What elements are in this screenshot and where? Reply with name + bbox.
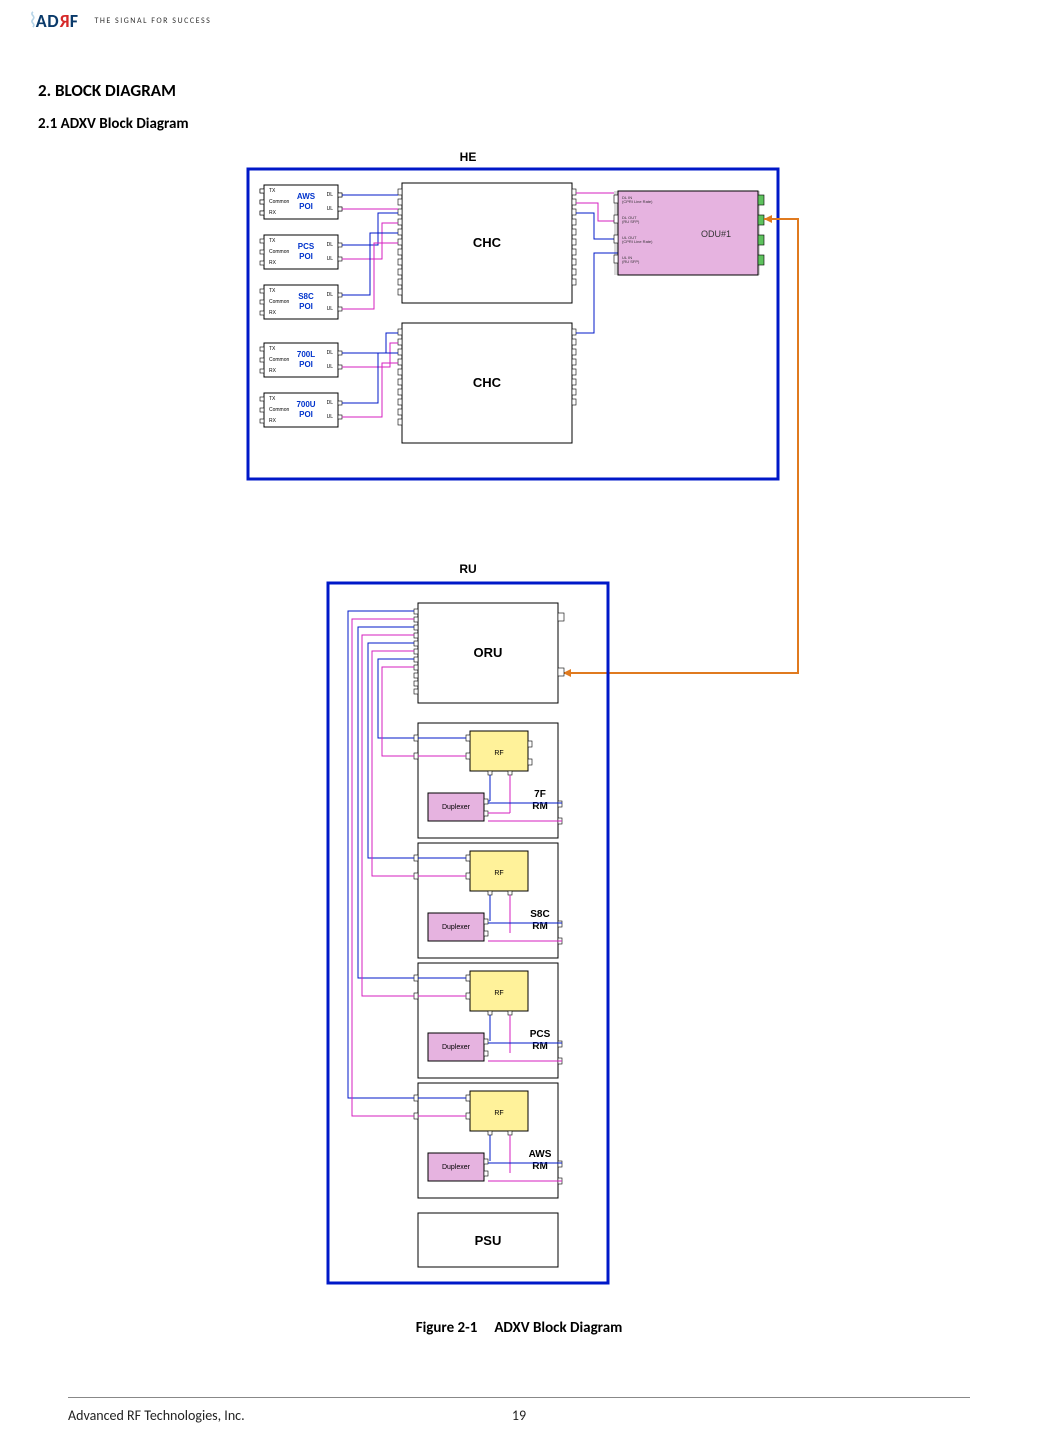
svg-text:Duplexer: Duplexer [442, 1164, 471, 1171]
svg-text:POI: POI [299, 252, 313, 261]
svg-text:(RU SFP): (RU SFP) [622, 219, 640, 224]
svg-text:RF: RF [494, 990, 503, 997]
svg-text:Duplexer: Duplexer [442, 1044, 471, 1051]
svg-text:RX: RX [269, 418, 277, 424]
tagline: THE SIGNAL FOR SUCCESS [94, 16, 211, 26]
section-heading: 2. BLOCK DIAGRAM [38, 80, 1000, 101]
svg-text:DL: DL [327, 350, 334, 356]
svg-text:DL: DL [327, 400, 334, 406]
svg-text:UL: UL [327, 256, 334, 262]
svg-text:Duplexer: Duplexer [442, 924, 471, 931]
logo-f: F [70, 10, 79, 32]
rm-aws: RF Duplexer AWS RM [414, 1083, 562, 1198]
chc-label-1: CHC [473, 235, 502, 250]
psu-label: PSU [475, 1233, 502, 1248]
fiber-link [563, 219, 798, 673]
svg-text:RX: RX [269, 310, 277, 316]
logo-a: A [36, 10, 47, 32]
poi-s8c: TX Common RX DL UL S8C POI [260, 285, 342, 319]
svg-text:RF: RF [494, 1110, 503, 1117]
svg-text:POI: POI [299, 302, 313, 311]
svg-text:S8C: S8C [298, 292, 314, 301]
svg-text:TX: TX [269, 238, 276, 244]
svg-text:PCS: PCS [530, 1029, 551, 1040]
block-diagram: HE TX Common RX DL UL A [38, 143, 1000, 1313]
svg-text:POI: POI [299, 410, 313, 419]
footer-page: 19 [512, 1407, 526, 1424]
svg-text:UL: UL [327, 306, 334, 312]
rm-s8c: RF Duplexer S8C RM [414, 843, 562, 958]
figure-title: ADXV Block Diagram [494, 1319, 622, 1337]
footer-company: Advanced RF Technologies, Inc. [68, 1407, 245, 1424]
logo-text: ADRF [36, 10, 79, 32]
svg-text:7F: 7F [534, 789, 546, 800]
subsection-heading: 2.1 ADXV Block Diagram [38, 115, 1000, 133]
ru-label: RU [459, 562, 476, 576]
oru-label: ORU [474, 645, 503, 660]
svg-text:(CPRI Line Rate): (CPRI Line Rate) [622, 199, 653, 204]
svg-text:PCS: PCS [298, 242, 315, 251]
svg-text:Common: Common [269, 407, 290, 413]
chc-label-2: CHC [473, 375, 502, 390]
logo-d: D [47, 10, 59, 32]
svg-text:TX: TX [269, 396, 276, 402]
figure-caption: Figure 2-1 ADXV Block Diagram [38, 1319, 1000, 1337]
odu-label: ODU#1 [701, 229, 731, 239]
svg-text:TX: TX [269, 346, 276, 352]
odu-block: ODU#1 DL IN (CPRI Line Rate) DL OUT (RU … [614, 191, 764, 275]
poi-pcs: TX Common RX DL UL PCS POI [260, 235, 342, 269]
svg-text:POI: POI [299, 360, 313, 369]
svg-text:RF: RF [494, 750, 503, 757]
svg-text:AWS: AWS [529, 1149, 552, 1160]
ru-wires [348, 611, 414, 1116]
rm-7f: RF Duplexer 7F RM [414, 723, 562, 838]
poi-700u: TX Common RX DL UL 700U POI [260, 393, 342, 427]
svg-text:DL: DL [327, 242, 334, 248]
svg-text:DL: DL [327, 292, 334, 298]
svg-text:RX: RX [269, 368, 277, 374]
svg-text:Common: Common [269, 299, 290, 305]
svg-text:Common: Common [269, 357, 290, 363]
svg-text:700U: 700U [296, 400, 315, 409]
svg-text:UL: UL [327, 414, 334, 420]
poi-700l: TX Common RX DL UL 700L POI [260, 343, 342, 377]
svg-text:Duplexer: Duplexer [442, 804, 471, 811]
svg-text:TX: TX [269, 288, 276, 294]
he-wires [342, 195, 398, 417]
logo: ⌇ ADRF [28, 8, 78, 33]
rm-pcs: RF Duplexer PCS RM [414, 963, 562, 1078]
svg-text:UL: UL [327, 364, 334, 370]
svg-text:RX: RX [269, 260, 277, 266]
svg-text:RF: RF [494, 870, 503, 877]
footer-rule [68, 1397, 970, 1398]
svg-text:(CPRI Line Rate): (CPRI Line Rate) [622, 239, 653, 244]
figure-num: Figure 2-1 [416, 1319, 478, 1337]
page-header: ⌇ ADRF THE SIGNAL FOR SUCCESS [28, 8, 211, 33]
page-footer: Advanced RF Technologies, Inc. 19 [68, 1407, 970, 1424]
svg-text:700L: 700L [297, 350, 315, 359]
he-label: HE [460, 150, 477, 164]
svg-text:S8C: S8C [530, 909, 549, 920]
svg-text:Common: Common [269, 249, 290, 255]
svg-text:(RU SFP): (RU SFP) [622, 259, 640, 264]
logo-r: R [59, 10, 70, 32]
